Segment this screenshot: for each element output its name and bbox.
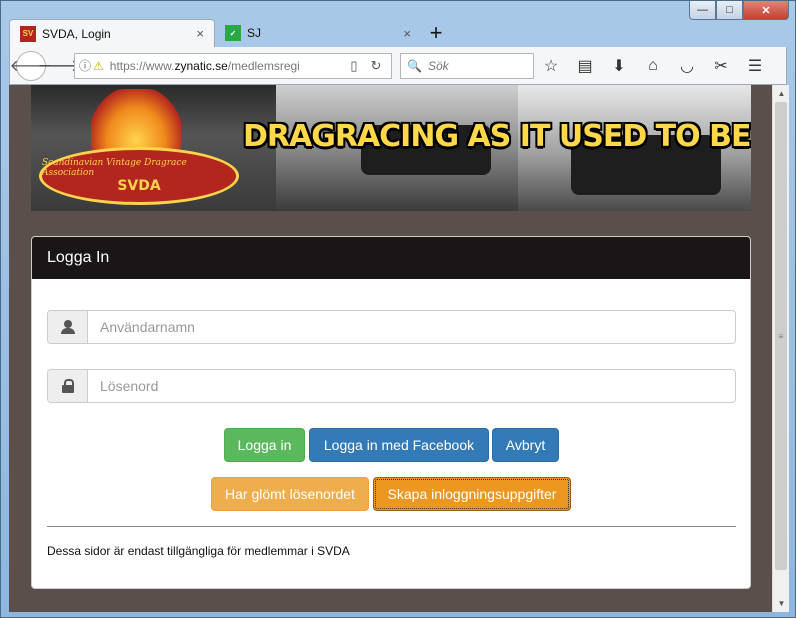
bookmarks-list-icon[interactable]: ▤: [568, 51, 602, 81]
url-domain: zynatic.se: [174, 58, 228, 73]
url-path: /medlemsregi: [227, 58, 300, 73]
create-credentials-button[interactable]: Skapa inloggningsuppgifter: [373, 477, 571, 511]
tab-title: SVDA, Login: [42, 26, 111, 41]
password-addon: [48, 370, 88, 402]
scroll-thumb[interactable]: ≡: [775, 102, 787, 570]
search-input[interactable]: [427, 58, 528, 73]
cancel-button[interactable]: Avbryt: [492, 428, 559, 462]
sj-favicon-icon: ✓: [225, 25, 241, 41]
logo-script-text: Scandinavian Vintage Dragrace Associatio…: [42, 158, 187, 178]
downloads-icon[interactable]: ⬇: [602, 51, 636, 81]
forward-button[interactable]: 🡒: [38, 53, 81, 79]
tab-close-icon[interactable]: ×: [403, 26, 411, 41]
password-group: [47, 369, 736, 403]
home-icon[interactable]: ⌂: [636, 51, 670, 81]
scroll-up-icon[interactable]: ▲: [773, 85, 790, 102]
forgot-password-button[interactable]: Har glömt lösenordet: [211, 477, 369, 511]
url-text[interactable]: https://www.zynatic.se/medlemsregi: [110, 59, 343, 73]
menu-icon[interactable]: ☰: [738, 51, 772, 81]
reader-view-icon[interactable]: ▯: [343, 58, 365, 74]
vertical-scrollbar[interactable]: ▲ ≡ ▼: [772, 85, 789, 612]
members-only-note: Dessa sidor är endast tillgängliga för m…: [47, 544, 350, 558]
bookmark-star-icon[interactable]: ☆: [534, 51, 568, 81]
warning-icon[interactable]: ⚠: [93, 59, 104, 73]
tab-close-icon[interactable]: ×: [196, 26, 204, 41]
tab-svda-login[interactable]: SV SVDA, Login ×: [9, 19, 215, 47]
username-group: [47, 310, 736, 344]
login-facebook-button[interactable]: Logga in med Facebook: [309, 428, 489, 462]
tab-sj[interactable]: ✓ SJ ×: [215, 19, 421, 47]
screenshot-icon[interactable]: ✂: [704, 51, 738, 81]
address-bar[interactable]: ⓘ ⚠ https://www.zynatic.se/medlemsregi ▯…: [74, 52, 392, 79]
navigation-toolbar: 🡐 🡒 ⓘ ⚠ https://www.zynatic.se/medlemsre…: [9, 47, 787, 85]
tab-bar: SV SVDA, Login × ✓ SJ × +: [9, 19, 787, 47]
user-icon: [60, 320, 75, 334]
svda-logo: Scandinavian Vintage Dragrace Associatio…: [39, 147, 239, 205]
page-viewport: Scandinavian Vintage Dragrace Associatio…: [9, 85, 772, 612]
panel-heading: Logga In: [32, 237, 750, 279]
username-input[interactable]: [88, 311, 735, 343]
maximize-button[interactable]: □: [716, 1, 743, 20]
search-bar[interactable]: 🔍: [400, 52, 534, 79]
username-addon: [48, 311, 88, 343]
header-banner: Scandinavian Vintage Dragrace Associatio…: [31, 85, 751, 211]
logo-name: SVDA: [117, 178, 161, 194]
login-panel: Logga In Logga in Logga in med Facebook …: [31, 236, 751, 589]
flame-emblem-icon: [91, 89, 181, 153]
password-input[interactable]: [88, 370, 735, 402]
url-prefix: https://www.: [109, 58, 175, 73]
banner-slogan: DRAGRACING AS IT USED TO BE!: [243, 119, 751, 154]
search-icon: 🔍: [407, 58, 422, 73]
close-window-button[interactable]: ✕: [743, 1, 789, 20]
svda-favicon-icon: SV: [20, 25, 36, 42]
divider: [47, 526, 736, 527]
info-icon[interactable]: ⓘ: [79, 57, 91, 74]
tab-title: SJ: [247, 26, 262, 40]
minimize-button[interactable]: —: [689, 1, 716, 20]
window-controls: — □ ✕: [689, 1, 789, 21]
scroll-down-icon[interactable]: ▼: [773, 595, 790, 612]
reload-icon[interactable]: ↻: [365, 58, 387, 74]
lock-icon: [61, 379, 74, 393]
new-tab-button[interactable]: +: [421, 19, 451, 47]
login-button[interactable]: Logga in: [224, 428, 305, 462]
browser-window: — □ ✕ SV SVDA, Login × ✓ SJ × + 🡐 🡒 ⓘ ⚠ …: [0, 0, 796, 618]
pocket-icon[interactable]: ◡: [670, 51, 704, 81]
